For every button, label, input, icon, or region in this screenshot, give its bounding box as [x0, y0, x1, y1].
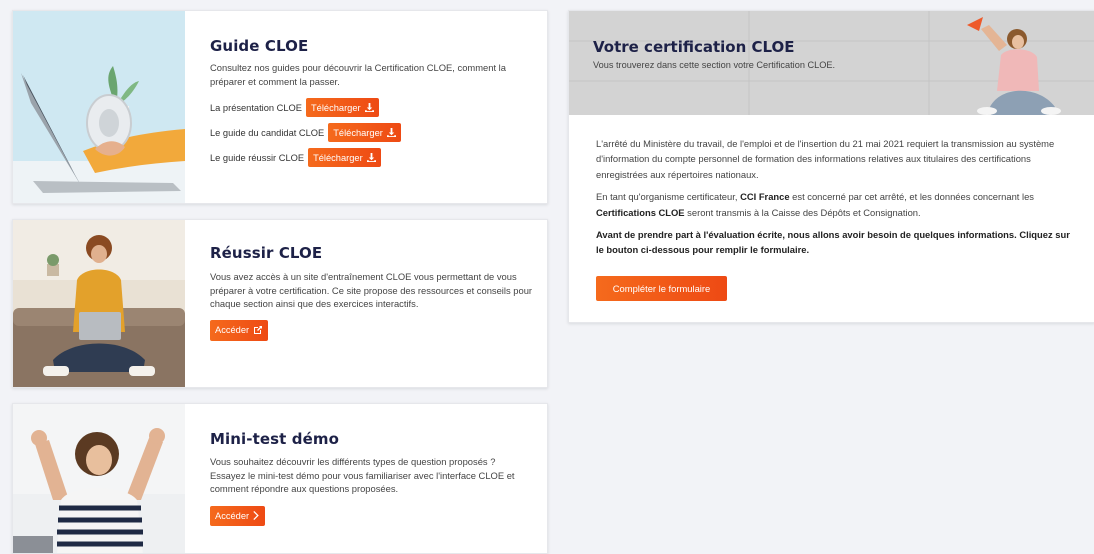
download-button-label: Télécharger: [311, 102, 361, 113]
download-icon: [386, 128, 396, 138]
certification-body: L'arrêté du Ministère du travail, de l'e…: [596, 136, 1074, 265]
access-button-label: Accéder: [215, 510, 250, 521]
minitest-description: Vous souhaitez découvrir les différents …: [210, 456, 515, 495]
reussir-photo: [13, 220, 185, 387]
guide-title: Guide CLOE: [210, 37, 309, 55]
download-label-candidat: Le guide du candidat CLOE: [210, 127, 325, 138]
para2-bold-cci: CCI France: [740, 191, 790, 203]
certification-banner: Votre certification CLOE Vous trouverez …: [569, 11, 1094, 115]
download-button-reussir[interactable]: Télécharger: [308, 148, 381, 168]
complete-form-button[interactable]: Compléter le formulaire: [596, 276, 727, 301]
download-icon: [364, 103, 374, 113]
guide-photo: [13, 11, 185, 203]
reussir-title: Réussir CLOE: [210, 244, 323, 262]
certification-paragraph-3: Avant de prendre part à l'évaluation écr…: [596, 229, 1070, 256]
para2-text-e: seront transmis à la Caisse des Dépôts e…: [684, 206, 921, 218]
download-row-candidat: Le guide du candidat CLOE Télécharger: [210, 123, 533, 143]
download-label-reussir: Le guide réussir CLOE: [210, 152, 305, 163]
reussir-access-button[interactable]: Accéder: [210, 319, 269, 341]
certification-subtitle: Vous trouverez dans cette section votre …: [593, 60, 836, 70]
download-button-label: Télécharger: [313, 152, 363, 163]
external-link-icon: [253, 325, 263, 335]
certification-paragraph-1: L'arrêté du Ministère du travail, de l'e…: [596, 138, 1055, 180]
guide-description: Consultez nos guides pour découvrir la C…: [210, 62, 506, 87]
download-icon: [366, 153, 376, 163]
download-row-reussir: Le guide réussir CLOE Télécharger: [210, 148, 533, 168]
certification-title: Votre certification CLOE: [593, 38, 795, 56]
guide-card: Guide CLOE Consultez nos guides pour déc…: [12, 10, 548, 204]
reussir-description: Vous avez accès à un site d'entraînement…: [210, 271, 533, 310]
download-button-label: Télécharger: [333, 127, 383, 138]
para2-bold-certifications: Certifications CLOE: [596, 206, 685, 218]
download-button-presentation[interactable]: Télécharger: [306, 98, 379, 118]
minitest-access-button[interactable]: Accéder: [210, 505, 266, 526]
minitest-photo: [13, 404, 185, 553]
reussir-card: Réussir CLOE Vous avez accès à un site d…: [12, 219, 548, 388]
minitest-title: Mini-test démo: [210, 430, 340, 448]
access-button-label: Accéder: [215, 325, 250, 336]
download-row-presentation: La présentation CLOE Télécharger: [210, 98, 533, 118]
chevron-right-icon: [253, 511, 260, 521]
para2-text-a: En tant qu'organisme certificateur,: [596, 191, 741, 203]
download-label-presentation: La présentation CLOE: [210, 102, 302, 113]
download-button-candidat[interactable]: Télécharger: [328, 123, 401, 143]
certification-card: Votre certification CLOE Vous trouverez …: [568, 10, 1094, 323]
certification-paragraph-2: En tant qu'organisme certificateur, CCI …: [596, 189, 1074, 220]
minitest-card: Mini-test démo Vous souhaitez découvrir …: [12, 403, 548, 554]
para2-text-c: est concerné par cet arrêté, et les donn…: [789, 191, 1034, 203]
